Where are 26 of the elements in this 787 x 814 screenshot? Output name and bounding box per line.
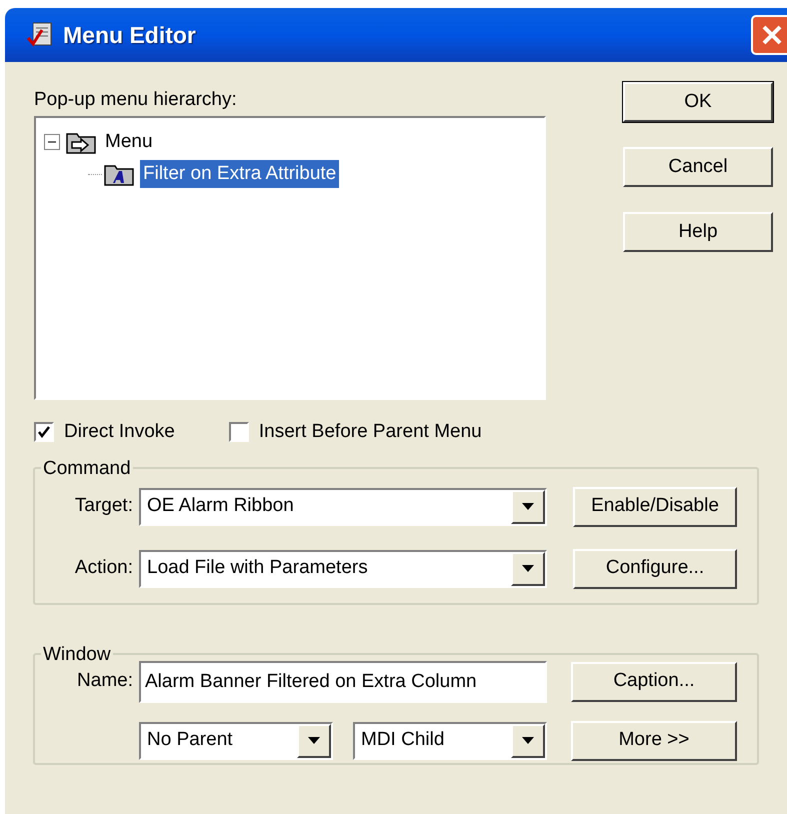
dropdown[interactable]: MDI Child bbox=[353, 722, 547, 760]
field-label: Target: bbox=[74, 494, 134, 518]
dialog-button[interactable]: Help bbox=[623, 212, 773, 252]
command-button[interactable]: Configure... bbox=[573, 548, 737, 588]
collapse-icon[interactable] bbox=[44, 134, 60, 150]
dropdown[interactable]: Load File with Parameters bbox=[139, 550, 547, 588]
caption-button[interactable]: Caption... bbox=[571, 662, 737, 702]
checkbox[interactable] bbox=[228, 422, 249, 442]
tree-item[interactable]: Menu bbox=[102, 128, 156, 156]
tree-item[interactable]: Filter on Extra Attribute bbox=[140, 160, 340, 188]
hierarchy-label: Pop-up menu hierarchy: bbox=[34, 88, 238, 112]
field-label: Action: bbox=[74, 556, 134, 580]
name-field[interactable]: Alarm Banner Filtered on Extra Column bbox=[139, 660, 547, 702]
command-button[interactable]: Enable/Disable bbox=[573, 486, 737, 526]
dialog-button[interactable]: OK bbox=[623, 82, 773, 122]
dropdown[interactable]: OE Alarm Ribbon bbox=[139, 488, 547, 526]
close-button[interactable] bbox=[751, 15, 787, 55]
dropdown[interactable]: No Parent bbox=[139, 722, 333, 760]
checkbox-label: Insert Before Parent Menu bbox=[258, 420, 482, 444]
checkbox-label: Direct Invoke bbox=[64, 420, 175, 444]
dialog-button[interactable]: Cancel bbox=[623, 147, 773, 187]
checkbox[interactable] bbox=[34, 422, 54, 442]
close-icon bbox=[761, 24, 783, 46]
field-label: Name: bbox=[76, 669, 134, 694]
window-title: Menu Editor bbox=[63, 20, 196, 50]
more-button[interactable]: More >> bbox=[571, 720, 737, 760]
